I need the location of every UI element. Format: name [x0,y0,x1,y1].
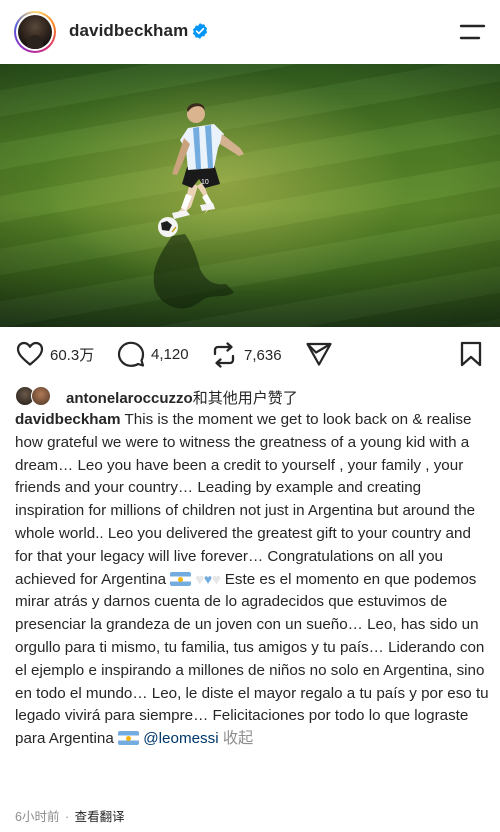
post-footer: 6小时前 · 查看翻译 [15,806,125,825]
argentina-flag-icon [170,571,192,586]
comment-icon[interactable] [117,341,145,367]
profile-photo [18,15,52,49]
white-heart-icon: ♥ [212,570,221,587]
white-heart-icon: ♥ [195,570,204,587]
comment-action: 4,120 [117,341,189,367]
collapse-button[interactable]: 收起 [223,730,253,747]
liker-avatar [31,386,51,406]
repost-icon[interactable] [210,341,238,369]
caption-text-en: This is the moment we get to look back o… [15,411,476,588]
argentina-flag-icon [118,731,140,746]
heart-icon[interactable] [16,341,44,367]
see-translation-button[interactable]: 查看翻译 [75,810,125,824]
liked-by-suffix: 和其他用户赞了 [192,390,298,407]
bookmark-action [459,341,483,367]
hamburger-menu-icon[interactable] [458,22,486,42]
liked-by-avatars [15,386,59,406]
svg-text:10: 10 [201,179,209,186]
caption-username[interactable]: davidbeckham [15,411,121,428]
action-bar: 60.3万 4,120 7,636 [0,327,500,381]
caption: davidbeckham This is the moment we get t… [15,409,490,751]
verified-badge-icon [192,23,208,39]
footer-separator: · [64,810,70,824]
reposts-count[interactable]: 7,636 [244,347,282,364]
avatar[interactable] [14,11,56,53]
caption-text-es: Este es el momento en que podemos mirar … [15,570,489,748]
comments-count[interactable]: 4,120 [151,346,189,363]
likes-count[interactable]: 60.3万 [50,344,94,365]
liked-by[interactable]: antonelaroccuzzo和其他用户赞了 [0,383,500,409]
username[interactable]: davidbeckham [69,21,188,41]
bookmark-icon[interactable] [459,341,483,367]
share-icon[interactable] [305,341,333,367]
repost-action: 7,636 [210,341,282,369]
post-photo[interactable]: 10 [0,64,500,327]
blue-heart-icon: ♥ [203,570,213,587]
liked-by-text: antonelaroccuzzo和其他用户赞了 [66,387,298,408]
liked-by-user[interactable]: antonelaroccuzzo [66,390,193,407]
post-header: davidbeckham [0,0,500,64]
post-time: 6小时前 [15,810,60,824]
like-action: 60.3万 [16,341,94,367]
football-player-dribbling-photo: 10 [153,103,244,309]
mention-link[interactable]: @leomessi [143,730,218,747]
share-action [305,341,333,367]
